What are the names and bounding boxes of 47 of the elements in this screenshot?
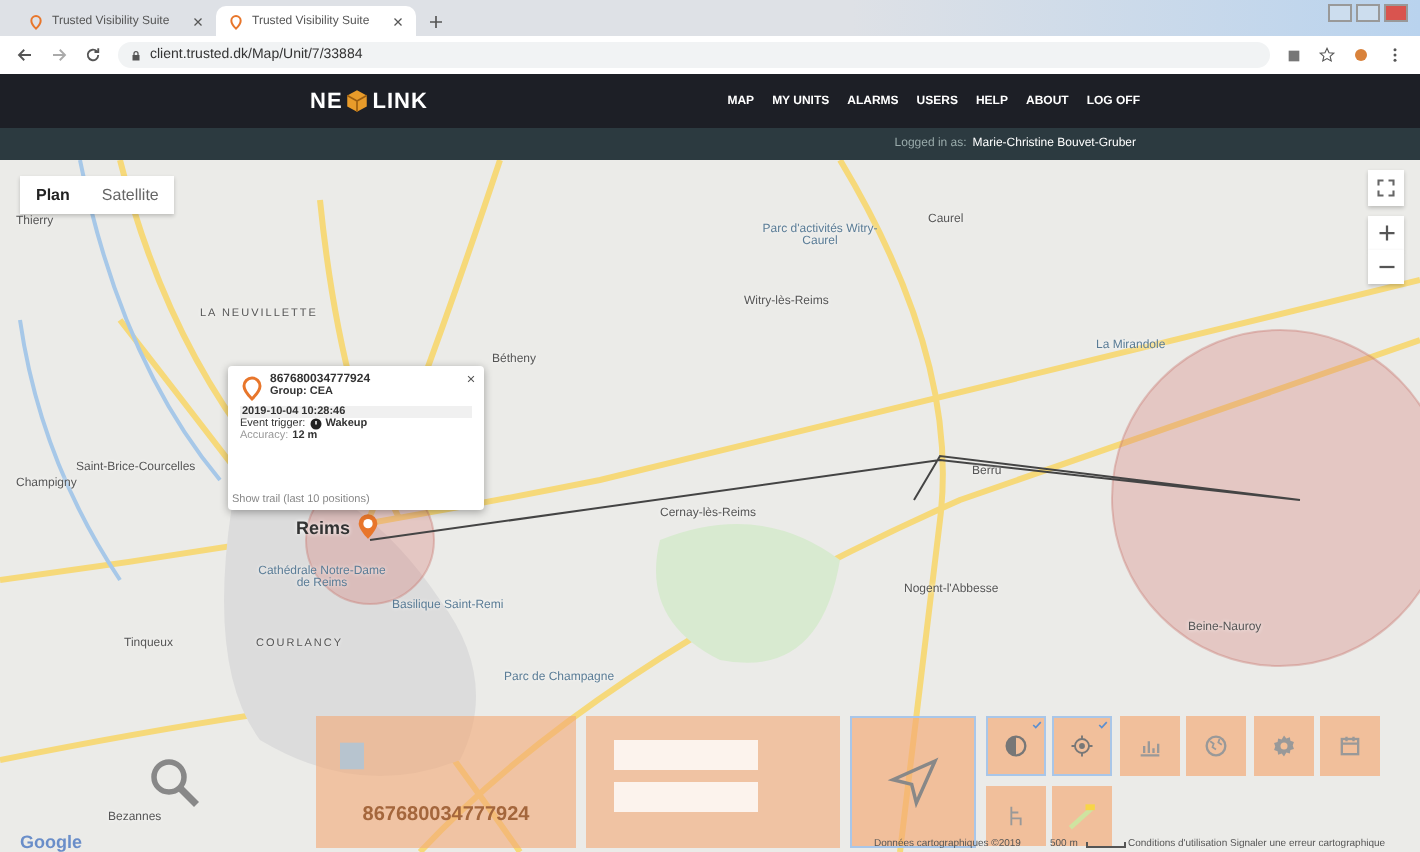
calendar-icon bbox=[1336, 732, 1364, 760]
input-field[interactable] bbox=[614, 740, 758, 770]
cube-logo-icon bbox=[344, 88, 371, 114]
back-icon[interactable] bbox=[16, 46, 34, 64]
pin-icon bbox=[240, 374, 264, 402]
crosshair-icon bbox=[1068, 732, 1096, 760]
navigation-arrow-icon bbox=[885, 754, 941, 810]
tool-tile[interactable] bbox=[986, 716, 1046, 776]
logo-text: LINK bbox=[372, 89, 428, 113]
close-icon[interactable] bbox=[192, 15, 204, 27]
logo-text: NE bbox=[310, 89, 343, 113]
reload-icon[interactable] bbox=[84, 46, 102, 64]
tool-tile[interactable] bbox=[1120, 716, 1180, 776]
scale-bar bbox=[1086, 842, 1126, 848]
pin-icon bbox=[228, 13, 244, 29]
settings-icon bbox=[1270, 732, 1298, 760]
star-icon[interactable] bbox=[1318, 46, 1336, 64]
map-type-tab[interactable]: Plan bbox=[20, 176, 86, 214]
close-icon[interactable] bbox=[466, 374, 476, 384]
fullscreen-icon bbox=[1376, 178, 1396, 198]
zoom-out-button[interactable] bbox=[1368, 250, 1404, 284]
forward-icon[interactable] bbox=[50, 46, 68, 64]
input-field[interactable] bbox=[614, 782, 758, 812]
new-tab-icon[interactable] bbox=[428, 14, 444, 30]
map-type-tab[interactable]: Satellite bbox=[85, 176, 175, 214]
power-icon bbox=[309, 418, 322, 430]
place-label: Reims bbox=[296, 518, 351, 538]
contrast-icon bbox=[1002, 732, 1030, 760]
tool-tile[interactable] bbox=[1052, 786, 1112, 846]
zoom-in-button[interactable] bbox=[1368, 216, 1404, 250]
tool-tile[interactable] bbox=[986, 786, 1046, 846]
tool-tile[interactable] bbox=[1254, 716, 1314, 776]
tool-tile[interactable] bbox=[1320, 716, 1380, 776]
globe-icon bbox=[1202, 732, 1230, 760]
google-logo-text: Google bbox=[20, 832, 82, 852]
check-icon bbox=[1098, 720, 1108, 730]
map-marker-icon[interactable] bbox=[354, 510, 382, 542]
map-thumbnail-icon bbox=[1068, 802, 1096, 830]
close-icon[interactable] bbox=[392, 15, 404, 27]
pin-icon bbox=[28, 13, 44, 29]
fullscreen-button[interactable] bbox=[1368, 170, 1404, 206]
lock-icon bbox=[130, 49, 142, 61]
tool-tile[interactable] bbox=[1052, 716, 1112, 776]
check-icon bbox=[1032, 720, 1042, 730]
plus-icon bbox=[1377, 224, 1395, 242]
device-id: 867680034777924 bbox=[362, 803, 530, 825]
tool-tile[interactable] bbox=[1186, 716, 1246, 776]
